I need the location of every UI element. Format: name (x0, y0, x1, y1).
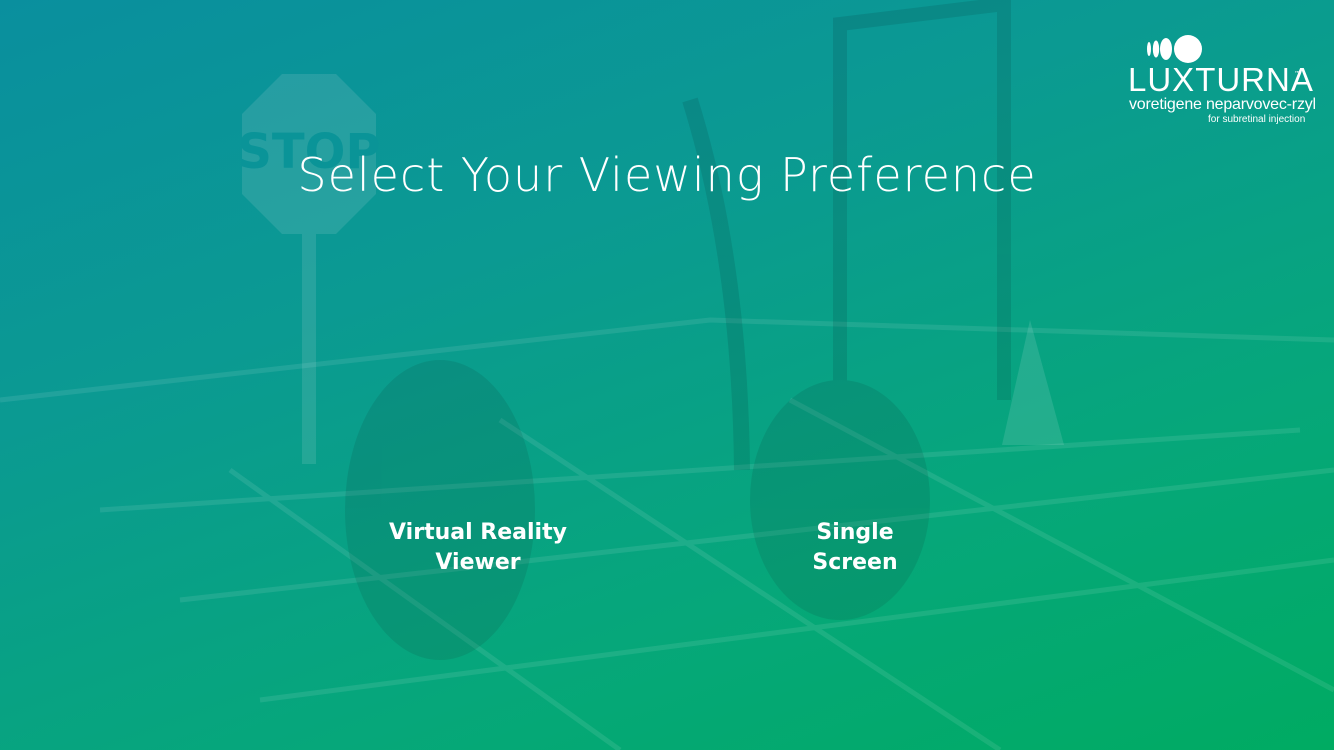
luxturna-circles-icon (1147, 35, 1202, 63)
stop-sign-pole (302, 234, 316, 464)
logo-route: for subretinal injection (1208, 114, 1306, 125)
door-frame (833, 0, 1011, 400)
logo-trademark: ™ (1294, 70, 1301, 78)
vr-option-label-line2: Viewer (435, 550, 521, 575)
virtual-reality-viewer-button[interactable]: Virtual Reality Viewer (348, 518, 608, 578)
logo-brand-name: LUXTURNA (1128, 61, 1314, 98)
basket-object (750, 380, 930, 620)
cone-object (1002, 320, 1064, 445)
floor-back-edge (0, 317, 1334, 403)
single-option-label-line1: Single (816, 520, 894, 545)
bush-object (345, 360, 535, 660)
page-title: Select Your Viewing Preference (297, 148, 1037, 202)
vr-option-label-line1: Virtual Reality (389, 520, 567, 545)
logo-generic-name: voretigene neparvovec-rzyl (1129, 96, 1316, 113)
floor-grid-line (99, 427, 1301, 513)
luxturna-logo: LUXTURNA ™ voretigene neparvovec-rzyl fo… (1118, 34, 1316, 129)
single-screen-button[interactable]: Single Screen (725, 518, 985, 578)
single-option-label-line2: Screen (812, 550, 898, 575)
